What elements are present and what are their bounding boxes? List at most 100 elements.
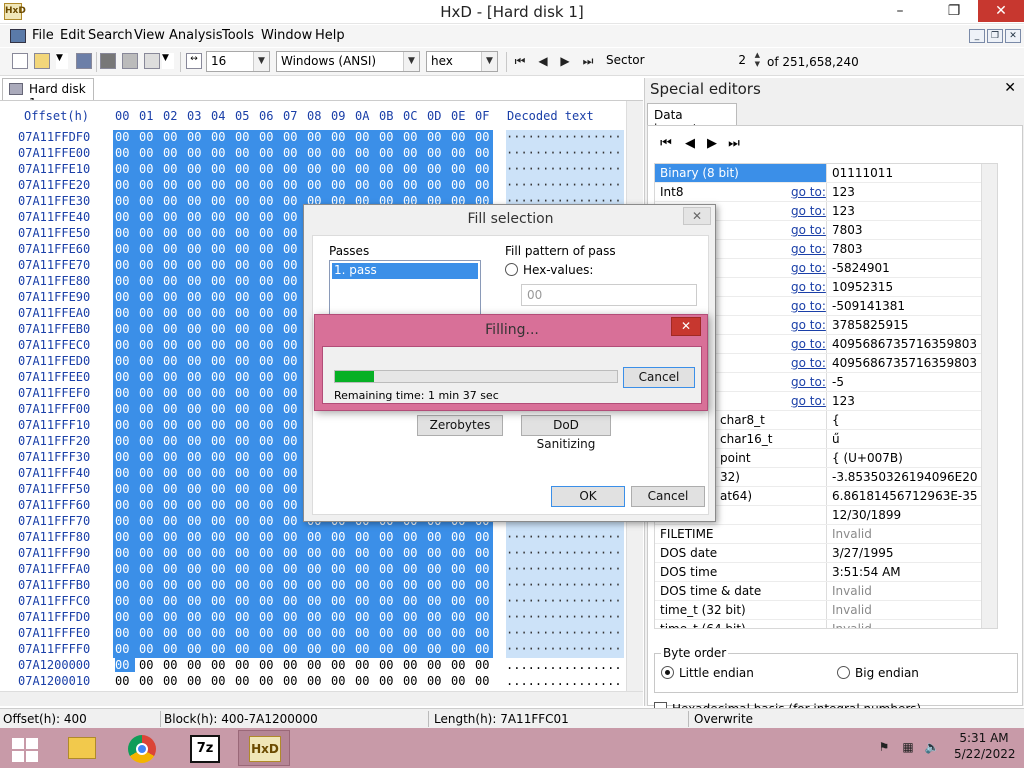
hex-byte[interactable]: 00 (211, 610, 231, 624)
hex-byte[interactable]: 00 (283, 658, 303, 672)
menu-view[interactable]: View (134, 28, 165, 43)
hex-byte[interactable]: 00 (163, 258, 183, 272)
hex-byte[interactable]: 00 (187, 626, 207, 640)
inspector-row[interactable]: DOS time & date Invalid (655, 582, 997, 601)
hex-byte[interactable]: 00 (331, 594, 351, 608)
inspector-row[interactable]: time_t (64 bit) Invalid (655, 620, 997, 628)
zerobytes-button[interactable]: Zerobytes (417, 415, 503, 436)
open-dropdown-icon[interactable]: ▼ (56, 53, 68, 69)
hex-byte[interactable]: 00 (283, 578, 303, 592)
hex-byte[interactable]: 00 (283, 642, 303, 656)
clock[interactable]: 5:31 AM 5/22/2022 (954, 731, 1016, 761)
hex-byte[interactable]: 00 (187, 130, 207, 144)
hex-byte[interactable]: 00 (187, 482, 207, 496)
tab-hard-disk-1[interactable]: Hard disk 1 (2, 78, 94, 110)
hex-byte[interactable]: 00 (115, 658, 135, 672)
sector-field[interactable]: Sector 2 ▲ ▼ (602, 51, 762, 72)
hex-byte[interactable]: 00 (283, 290, 303, 304)
dod-sanitizing-button[interactable]: DoD Sanitizing (521, 415, 611, 451)
7zip-button[interactable]: 7z (178, 730, 230, 766)
hex-byte[interactable]: 00 (403, 562, 423, 576)
hex-byte[interactable]: 00 (139, 674, 159, 688)
hex-byte[interactable]: 00 (211, 322, 231, 336)
hex-byte[interactable]: 00 (115, 130, 135, 144)
hex-byte[interactable]: 00 (259, 402, 279, 416)
inspector-row[interactable]: DOS time 3:51:54 AM (655, 563, 997, 582)
hex-byte[interactable]: 00 (403, 594, 423, 608)
hex-byte[interactable]: 00 (283, 514, 303, 528)
decoded-text[interactable]: ················ (506, 146, 624, 162)
hex-byte[interactable]: 00 (115, 578, 135, 592)
hex-byte[interactable]: 00 (139, 130, 159, 144)
hex-byte[interactable]: 00 (355, 162, 375, 176)
hex-byte[interactable]: 00 (475, 546, 495, 560)
hex-byte[interactable]: 00 (163, 418, 183, 432)
hex-byte[interactable]: 00 (475, 146, 495, 160)
hex-byte[interactable]: 00 (187, 594, 207, 608)
go-to-link[interactable]: go to: (791, 242, 826, 256)
hex-byte[interactable]: 00 (235, 290, 255, 304)
hex-byte[interactable]: 00 (235, 258, 255, 272)
hex-byte[interactable]: 00 (163, 482, 183, 496)
hex-byte[interactable]: 00 (139, 530, 159, 544)
hex-byte[interactable]: 00 (163, 146, 183, 160)
inspector-value[interactable]: 7803 (827, 240, 997, 258)
last-sector-icon[interactable]: ⏭ (580, 53, 596, 69)
hex-byte[interactable]: 00 (187, 514, 207, 528)
hex-byte[interactable]: 00 (283, 434, 303, 448)
minimize-button[interactable]: – (880, 0, 920, 22)
hex-byte[interactable]: 00 (283, 130, 303, 144)
decoded-text[interactable]: ················ (506, 546, 624, 562)
hex-byte[interactable]: 00 (139, 658, 159, 672)
hex-byte[interactable]: 00 (235, 226, 255, 240)
hex-byte[interactable]: 00 (259, 514, 279, 528)
hex-byte[interactable]: 00 (163, 338, 183, 352)
hex-byte[interactable]: 00 (187, 498, 207, 512)
go-to-link[interactable]: go to: (791, 318, 826, 332)
last-icon[interactable]: ⏭ (726, 136, 742, 152)
display-mode-select[interactable]: hex ▼ (426, 51, 498, 72)
hex-values-radio[interactable]: Hex-values: (505, 263, 593, 277)
first-icon[interactable]: ⏮ (658, 136, 674, 152)
inspector-value[interactable]: 01111011 (827, 164, 997, 182)
hex-byte[interactable]: 00 (235, 322, 255, 336)
hex-byte[interactable]: 00 (115, 610, 135, 624)
hex-byte[interactable]: 00 (187, 434, 207, 448)
hex-byte[interactable]: 00 (403, 130, 423, 144)
open-file-icon[interactable] (34, 53, 50, 69)
hex-byte[interactable]: 00 (403, 674, 423, 688)
hxd-button[interactable]: HxD (238, 730, 290, 766)
chrome-button[interactable] (116, 730, 168, 766)
hex-byte[interactable]: 00 (211, 418, 231, 432)
passes-list[interactable]: 1. pass (329, 260, 481, 320)
inspector-scrollbar[interactable] (981, 164, 997, 628)
hex-byte[interactable]: 00 (139, 450, 159, 464)
decoded-text[interactable]: ················ (506, 578, 624, 594)
hex-byte[interactable]: 00 (259, 258, 279, 272)
hex-byte[interactable]: 00 (115, 418, 135, 432)
go-to-link[interactable]: go to: (791, 185, 826, 199)
hex-byte[interactable]: 00 (235, 658, 255, 672)
hex-byte[interactable]: 00 (211, 178, 231, 192)
hex-byte[interactable]: 00 (235, 674, 255, 688)
ok-button[interactable]: OK (551, 486, 625, 507)
inspector-value[interactable]: -3.85350326194096E20 (827, 468, 997, 486)
hex-byte[interactable]: 00 (307, 626, 327, 640)
menu-search[interactable]: Search (88, 28, 133, 43)
restore-button[interactable]: ❐ (934, 0, 974, 22)
hex-byte[interactable]: 00 (307, 546, 327, 560)
volume-muted-icon[interactable]: 🔈 (924, 740, 940, 755)
hex-byte[interactable]: 00 (331, 146, 351, 160)
hex-byte[interactable]: 00 (283, 306, 303, 320)
hex-byte[interactable]: 00 (235, 194, 255, 208)
hex-byte[interactable]: 00 (115, 338, 135, 352)
hex-byte[interactable]: 00 (259, 482, 279, 496)
hex-byte[interactable]: 00 (235, 242, 255, 256)
go-to-link[interactable]: go to: (791, 375, 826, 389)
hex-byte[interactable]: 00 (139, 498, 159, 512)
row-bytes[interactable]: 00 00 00 00 00 00 00 00 00 00 00 00 00 00 00 00 (113, 146, 493, 162)
print-icon[interactable] (144, 53, 160, 69)
ram-editor-icon[interactable] (100, 53, 116, 69)
hex-horizontal-scrollbar[interactable] (0, 691, 643, 706)
menu-edit[interactable]: Edit (60, 28, 85, 43)
